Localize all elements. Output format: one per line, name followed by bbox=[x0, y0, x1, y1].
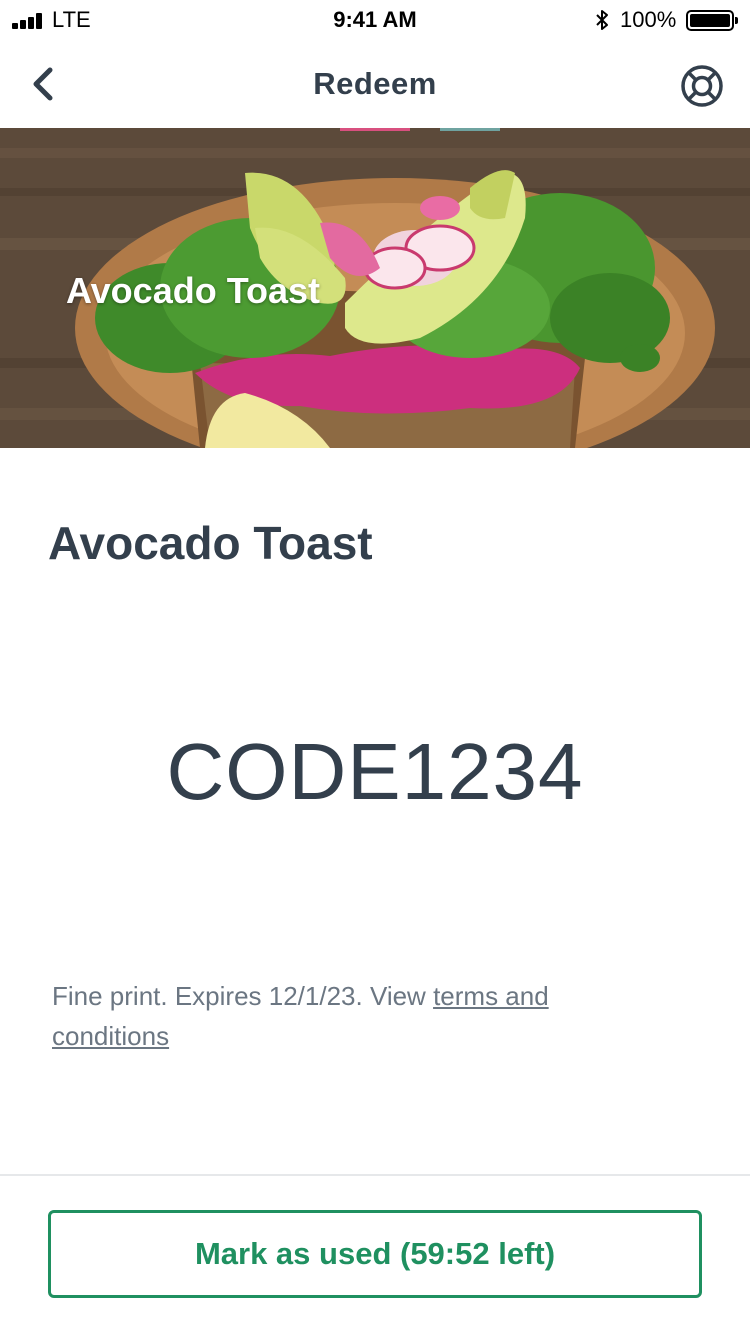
mark-as-used-button[interactable]: Mark as used (59:52 left) bbox=[48, 1210, 702, 1298]
fine-print: Fine print. Expires 12/1/23. View terms … bbox=[52, 976, 572, 1056]
page-title: Redeem bbox=[313, 66, 437, 101]
hero-image: Avocado Toast bbox=[0, 128, 750, 448]
battery-icon bbox=[686, 10, 738, 31]
help-button[interactable] bbox=[678, 62, 726, 110]
divider bbox=[0, 1174, 750, 1176]
fine-print-text: Fine print. Expires 12/1/23. View bbox=[52, 981, 434, 1011]
bluetooth-icon bbox=[596, 10, 608, 30]
status-bar: LTE 9:41 AM 100% bbox=[0, 0, 750, 40]
lifebuoy-icon bbox=[681, 65, 723, 107]
battery-percent: 100% bbox=[620, 7, 677, 32]
hero-title: Avocado Toast bbox=[66, 270, 321, 311]
offer-title: Avocado Toast bbox=[48, 517, 373, 569]
redeem-screen: LTE 9:41 AM 100% Redeem Avocado Toast Av… bbox=[0, 0, 750, 1334]
nav-bar: Redeem bbox=[0, 40, 750, 128]
redemption-code: CODE1234 bbox=[166, 727, 584, 816]
